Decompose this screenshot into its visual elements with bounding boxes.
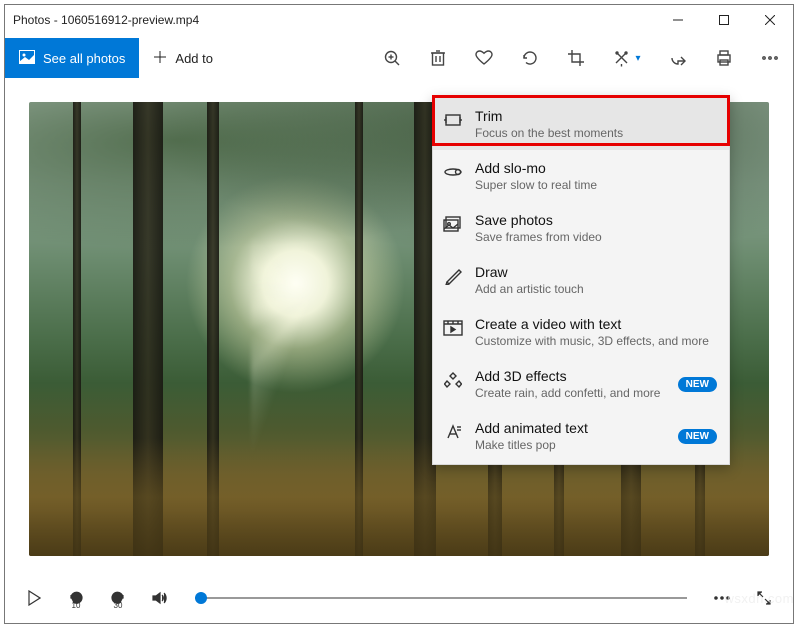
menu-item-3d-effects[interactable]: Add 3D effects Create rain, add confetti… xyxy=(433,358,729,410)
skip-back-label: 10 xyxy=(72,601,81,610)
window-title: Photos - 1060516912-preview.mp4 xyxy=(13,13,655,27)
share-button[interactable] xyxy=(655,38,701,78)
close-button[interactable] xyxy=(747,5,793,35)
maximize-button[interactable] xyxy=(701,5,747,35)
chevron-down-icon: ▾ xyxy=(635,53,640,64)
crop-button[interactable] xyxy=(553,38,599,78)
add-to-button[interactable]: Add to xyxy=(139,38,227,78)
new-badge: NEW xyxy=(678,429,717,444)
skip-fwd-label: 30 xyxy=(114,601,123,610)
see-all-photos-button[interactable]: See all photos xyxy=(5,38,139,78)
menu-item-save-photos[interactable]: Save photos Save frames from video xyxy=(433,202,729,254)
minimize-button[interactable] xyxy=(655,5,701,35)
edit-create-menu: Trim Focus on the best moments Add slo-m… xyxy=(432,95,730,465)
seek-slider[interactable] xyxy=(195,597,687,599)
menu-item-subtitle: Focus on the best moments xyxy=(475,126,717,140)
plus-icon xyxy=(153,50,167,67)
window-controls xyxy=(655,5,793,35)
menu-item-video-text[interactable]: Create a video with text Customize with … xyxy=(433,306,729,358)
animated-text-icon xyxy=(443,422,463,442)
add-to-label: Add to xyxy=(175,51,213,66)
new-badge: NEW xyxy=(678,377,717,392)
draw-icon xyxy=(443,266,463,286)
menu-item-draw[interactable]: Draw Add an artistic touch xyxy=(433,254,729,306)
delete-button[interactable] xyxy=(415,38,461,78)
menu-item-animated-text[interactable]: Add animated text Make titles pop NEW xyxy=(433,410,729,462)
slomo-icon xyxy=(443,162,463,182)
zoom-button[interactable] xyxy=(369,38,415,78)
save-photos-icon xyxy=(443,214,463,234)
titlebar: Photos - 1060516912-preview.mp4 xyxy=(5,5,793,35)
menu-item-slomo[interactable]: Add slo-mo Super slow to real time xyxy=(433,150,729,202)
favorite-button[interactable] xyxy=(461,38,507,78)
playback-bar: 10 30 xyxy=(5,573,793,623)
seek-thumb[interactable] xyxy=(195,592,207,604)
rotate-button[interactable] xyxy=(507,38,553,78)
photos-icon xyxy=(19,50,35,67)
edit-create-button[interactable]: ▾ xyxy=(599,38,655,78)
menu-item-trim[interactable]: Trim Focus on the best moments xyxy=(433,98,729,150)
trim-icon xyxy=(443,110,463,130)
video-text-icon xyxy=(443,318,463,338)
see-all-photos-label: See all photos xyxy=(43,51,125,66)
volume-button[interactable] xyxy=(145,580,175,616)
watermark: wsxdn.com xyxy=(724,591,794,606)
print-button[interactable] xyxy=(701,38,747,78)
effects-3d-icon xyxy=(443,370,463,390)
skip-forward-button[interactable]: 30 xyxy=(103,580,133,616)
more-button[interactable] xyxy=(747,38,793,78)
menu-item-title: Trim xyxy=(475,108,717,124)
skip-back-button[interactable]: 10 xyxy=(61,580,91,616)
play-button[interactable] xyxy=(19,580,49,616)
toolbar: See all photos Add to ▾ xyxy=(5,35,793,81)
